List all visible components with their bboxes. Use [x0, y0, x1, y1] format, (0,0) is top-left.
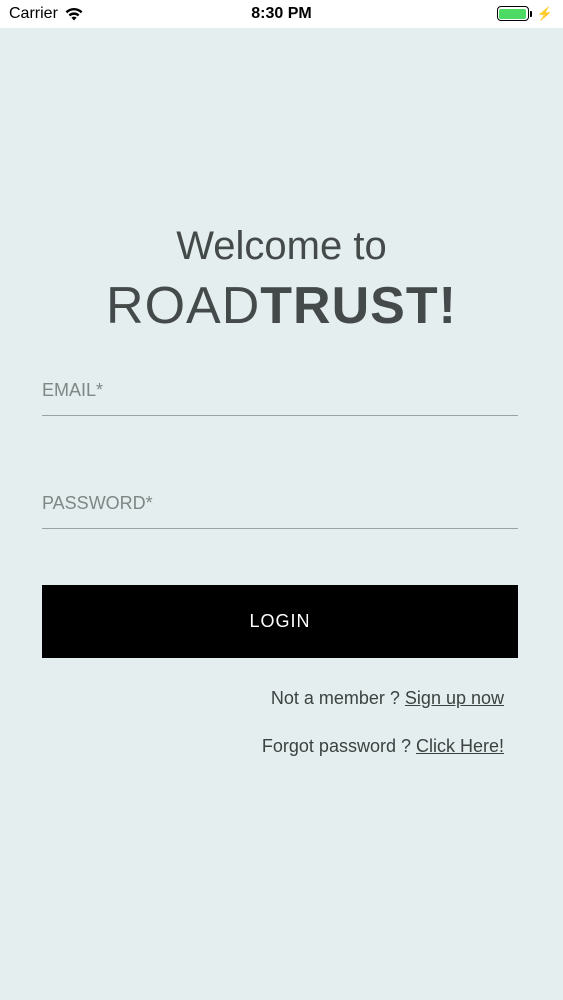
- signup-row: Not a member ? Sign up now: [271, 688, 504, 709]
- password-input[interactable]: [42, 485, 518, 528]
- battery-icon: [496, 6, 529, 21]
- battery-level: [499, 8, 527, 19]
- signup-prompt: Not a member ?: [270, 688, 405, 708]
- brand-logo: ROADTRUST!: [0, 276, 563, 336]
- status-bar: Carrier 8:30 PM ⚡: [0, 0, 563, 28]
- forgot-password-prompt: Forgot password ?: [261, 736, 416, 756]
- brand-logo-road: ROAD: [106, 277, 261, 335]
- email-input[interactable]: [42, 372, 518, 415]
- battery-indicator: ⚡: [496, 6, 553, 21]
- signup-link[interactable]: Sign up now: [405, 688, 504, 708]
- forgot-password-link[interactable]: Click Here!: [416, 736, 504, 756]
- brand-logo-trust: TRUST!: [260, 277, 457, 335]
- welcome-heading: Welcome to: [176, 224, 387, 268]
- password-field: [42, 485, 518, 529]
- login-button[interactable]: LOGIN: [42, 585, 518, 658]
- email-field: [42, 372, 518, 416]
- battery-nub: [529, 10, 532, 17]
- charging-bolt-icon: ⚡: [536, 6, 553, 21]
- clock: 8:30 PM: [251, 5, 312, 22]
- forgot-password-row: Forgot password ? Click Here!: [262, 736, 504, 757]
- login-screen: Carrier 8:30 PM ⚡ Welcome to ROADTRUST! …: [0, 0, 563, 1000]
